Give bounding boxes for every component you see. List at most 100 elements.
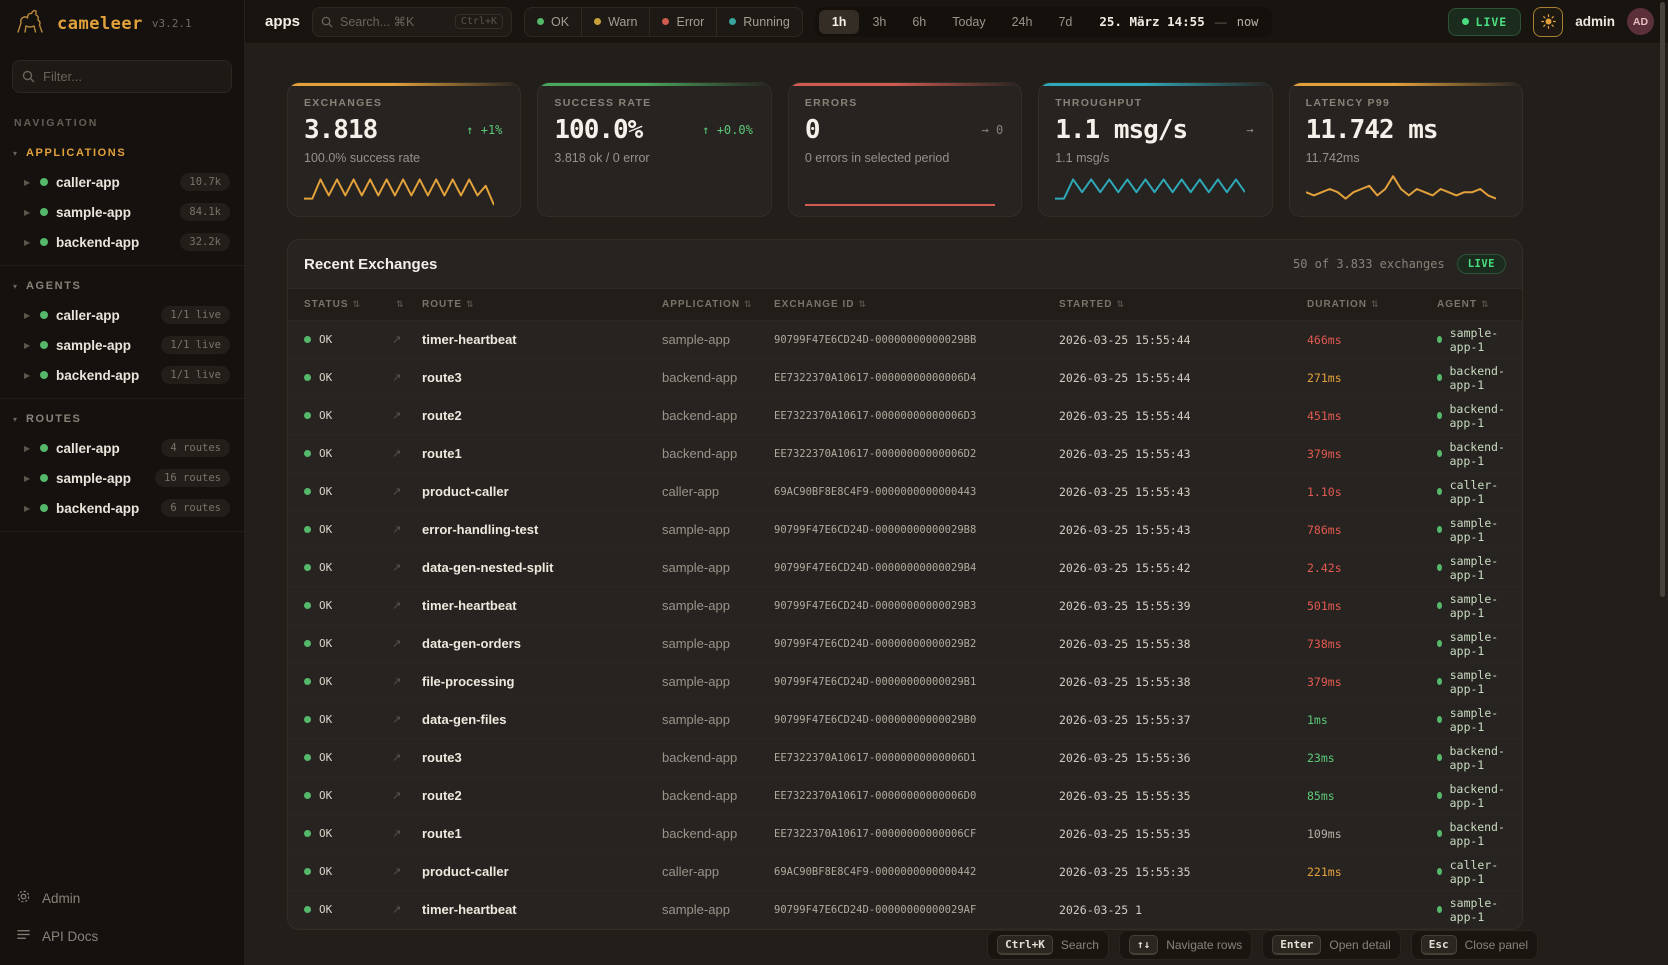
sidebar-item[interactable]: ▶ caller-app 1/1 live <box>0 300 244 330</box>
date-range-end[interactable]: now <box>1227 15 1269 29</box>
exchange-id-cell: 69AC90BF8E8C4F9-0000000000000442 <box>774 866 1059 878</box>
chevron-right-icon: ▶ <box>24 311 32 320</box>
status-dot <box>304 830 311 837</box>
sidebar-item[interactable]: ▶ backend-app 6 routes <box>0 493 244 523</box>
status-dot <box>40 444 48 452</box>
global-search-input[interactable]: Search... ⌘K Ctrl+K <box>312 7 512 37</box>
sidebar-item-label: caller-app <box>56 441 153 456</box>
exchange-table-row[interactable]: OK ↗ data-gen-files sample-app 90799F47E… <box>288 701 1522 739</box>
exchange-id-cell: 90799F47E6CD24D-00000000000029B8 <box>774 524 1059 536</box>
sidebar-item[interactable]: ▶ caller-app 4 routes <box>0 433 244 463</box>
time-range-button[interactable]: 1h <box>819 10 860 34</box>
brand-logo[interactable]: cameleer v3.2.1 <box>0 0 244 47</box>
live-toggle-button[interactable]: LIVE <box>1448 8 1522 36</box>
theme-toggle-button[interactable] <box>1533 7 1563 37</box>
table-column-header[interactable]: STATUS⇅ <box>304 299 392 310</box>
table-column-header[interactable]: AGENT⇅ <box>1437 299 1506 310</box>
open-exchange-icon[interactable]: ↗ <box>392 789 422 802</box>
sidebar-item[interactable]: ▶ caller-app 10.7k <box>0 167 244 197</box>
time-range-button[interactable]: 24h <box>999 10 1046 34</box>
sidebar-item[interactable]: ▶ sample-app 1/1 live <box>0 330 244 360</box>
sidebar-item[interactable]: ▶ sample-app 84.1k <box>0 197 244 227</box>
open-exchange-icon[interactable]: ↗ <box>392 903 422 916</box>
sidebar-filter-input[interactable] <box>12 60 232 93</box>
exchange-table-row[interactable]: OK ↗ timer-heartbeat sample-app 90799F47… <box>288 587 1522 625</box>
status-filter-chip[interactable]: Running <box>716 8 802 36</box>
time-range-button[interactable]: 7d <box>1045 10 1085 34</box>
delta-arrow-icon: → <box>1246 123 1253 137</box>
sidebar-footer-item[interactable]: Admin <box>0 879 244 917</box>
sidebar-item[interactable]: ▶ sample-app 16 routes <box>0 463 244 493</box>
sidebar-section-header[interactable]: ▾ ROUTES <box>0 399 244 433</box>
stat-card-title: EXCHANGES <box>304 97 504 109</box>
sidebar-footer-item[interactable]: API Docs <box>0 917 244 955</box>
sidebar-item[interactable]: ▶ backend-app 1/1 live <box>0 360 244 390</box>
sidebar-section-header[interactable]: ▾ AGENTS <box>0 266 244 300</box>
exchange-table-row[interactable]: OK ↗ product-caller caller-app 69AC90BF8… <box>288 853 1522 891</box>
status-cell: OK <box>304 447 392 460</box>
date-range-start[interactable]: 25. März 14:55 <box>1085 14 1214 29</box>
agent-cell: sample-app-1 <box>1437 326 1506 354</box>
exchange-table-row[interactable]: OK ↗ error-handling-test sample-app 9079… <box>288 511 1522 549</box>
exchange-id-cell: 90799F47E6CD24D-00000000000029B0 <box>774 714 1059 726</box>
status-dot <box>40 238 48 246</box>
open-exchange-icon[interactable]: ↗ <box>392 447 422 460</box>
exchange-table-row[interactable]: OK ↗ data-gen-orders sample-app 90799F47… <box>288 625 1522 663</box>
status-filter-chip[interactable]: OK <box>525 8 581 36</box>
table-column-header[interactable]: DURATION⇅ <box>1307 299 1437 310</box>
time-range-button[interactable]: 6h <box>899 10 939 34</box>
open-exchange-icon[interactable]: ↗ <box>392 523 422 536</box>
time-range-button[interactable]: 3h <box>859 10 899 34</box>
open-exchange-icon[interactable]: ↗ <box>392 865 422 878</box>
open-exchange-icon[interactable]: ↗ <box>392 409 422 422</box>
open-exchange-icon[interactable]: ↗ <box>392 713 422 726</box>
table-column-header[interactable]: ⇅ <box>392 299 422 310</box>
sidebar-section-header[interactable]: ▾ APPLICATIONS <box>0 133 244 167</box>
exchange-table-row[interactable]: OK ↗ route2 backend-app EE7322370A10617-… <box>288 777 1522 815</box>
exchange-table-row[interactable]: OK ↗ route1 backend-app EE7322370A10617-… <box>288 815 1522 853</box>
status-filter-chip[interactable]: Error <box>649 8 716 36</box>
table-column-header[interactable]: APPLICATION⇅ <box>662 299 774 310</box>
route-cell: file-processing <box>422 674 662 689</box>
open-exchange-icon[interactable]: ↗ <box>392 371 422 384</box>
table-column-header[interactable]: STARTED⇅ <box>1059 299 1307 310</box>
exchange-table-row[interactable]: OK ↗ route3 backend-app EE7322370A10617-… <box>288 739 1522 777</box>
page-scrollbar[interactable] <box>1660 2 1665 963</box>
open-exchange-icon[interactable]: ↗ <box>392 675 422 688</box>
user-avatar[interactable]: AD <box>1627 8 1654 35</box>
table-column-header[interactable]: ROUTE⇅ <box>422 299 662 310</box>
exchange-table-row[interactable]: OK ↗ file-processing sample-app 90799F47… <box>288 663 1522 701</box>
exchange-table-row[interactable]: OK ↗ route2 backend-app EE7322370A10617-… <box>288 397 1522 435</box>
open-exchange-icon[interactable]: ↗ <box>392 637 422 650</box>
route-cell: data-gen-nested-split <box>422 560 662 575</box>
agent-status-dot <box>1437 906 1442 913</box>
status-dot <box>537 18 544 25</box>
exchange-id-cell: 90799F47E6CD24D-00000000000029BB <box>774 334 1059 346</box>
search-icon <box>321 16 333 28</box>
status-filter-chip[interactable]: Warn <box>581 8 649 36</box>
exchange-table-row[interactable]: OK ↗ timer-heartbeat sample-app 90799F47… <box>288 321 1522 359</box>
agent-cell: caller-app-1 <box>1437 858 1506 886</box>
hotkey-label: Open detail <box>1329 938 1390 952</box>
exchange-table-row[interactable]: OK ↗ timer-heartbeat sample-app 90799F47… <box>288 891 1522 929</box>
exchange-table-row[interactable]: OK ↗ product-caller caller-app 69AC90BF8… <box>288 473 1522 511</box>
application-cell: backend-app <box>662 370 774 385</box>
open-exchange-icon[interactable]: ↗ <box>392 485 422 498</box>
exchange-table-row[interactable]: OK ↗ route3 backend-app EE7322370A10617-… <box>288 359 1522 397</box>
open-exchange-icon[interactable]: ↗ <box>392 561 422 574</box>
open-exchange-icon[interactable]: ↗ <box>392 333 422 346</box>
scrollbar-thumb[interactable] <box>1660 2 1665 597</box>
started-cell: 2026-03-25 15:55:38 <box>1059 637 1307 651</box>
time-range-button[interactable]: Today <box>939 10 998 34</box>
open-exchange-icon[interactable]: ↗ <box>392 751 422 764</box>
open-exchange-icon[interactable]: ↗ <box>392 599 422 612</box>
table-column-header[interactable]: EXCHANGE ID⇅ <box>774 299 1059 310</box>
apps-tab[interactable]: apps <box>265 13 300 30</box>
status-cell: OK <box>304 675 392 688</box>
stat-card-delta: → <box>1246 123 1255 137</box>
exchange-table-row[interactable]: OK ↗ data-gen-nested-split sample-app 90… <box>288 549 1522 587</box>
open-exchange-icon[interactable]: ↗ <box>392 827 422 840</box>
exchange-table-row[interactable]: OK ↗ route1 backend-app EE7322370A10617-… <box>288 435 1522 473</box>
sidebar-item[interactable]: ▶ backend-app 32.2k <box>0 227 244 257</box>
date-range-separator: — <box>1215 15 1227 29</box>
